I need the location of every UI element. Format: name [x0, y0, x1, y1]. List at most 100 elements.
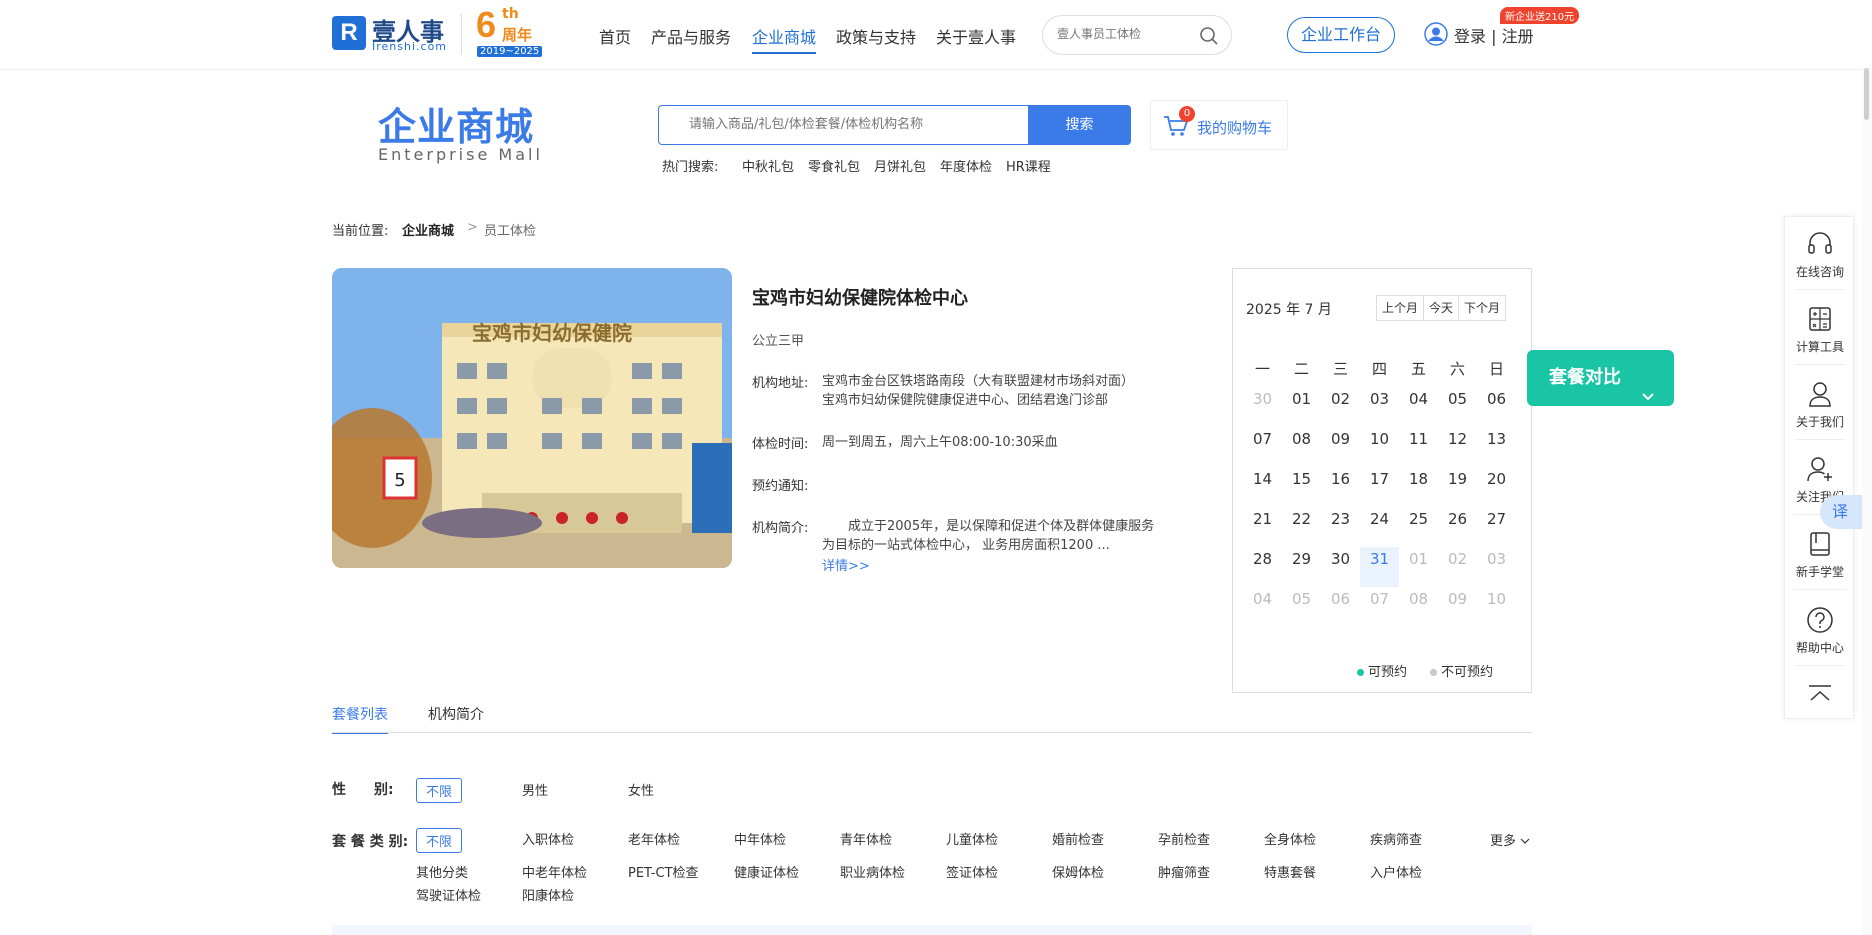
- hot-search-item[interactable]: HR课程: [1006, 156, 1051, 175]
- calendar-day[interactable]: 05: [1438, 387, 1477, 427]
- rail-about-us[interactable]: 关于我们: [1785, 379, 1855, 430]
- type-option[interactable]: 特惠套餐: [1264, 862, 1316, 881]
- type-option[interactable]: 孕前检查: [1158, 829, 1210, 848]
- calendar-day[interactable]: 09: [1438, 587, 1477, 627]
- hot-search-item[interactable]: 年度体检: [940, 156, 992, 175]
- type-option[interactable]: 全身体检: [1264, 829, 1316, 848]
- calendar-day[interactable]: 25: [1399, 507, 1438, 547]
- breadcrumb-mall[interactable]: 企业商城: [402, 220, 454, 239]
- mall-search-box[interactable]: [658, 105, 1028, 145]
- type-option[interactable]: 中老年体检: [522, 862, 587, 881]
- calendar-day[interactable]: 08: [1282, 427, 1321, 467]
- calendar-day[interactable]: 23: [1321, 507, 1360, 547]
- back-to-top-button[interactable]: [1785, 683, 1855, 709]
- calendar-day[interactable]: 07: [1243, 427, 1282, 467]
- calendar-day[interactable]: 04: [1399, 387, 1438, 427]
- hot-search-item[interactable]: 月饼礼包: [874, 156, 926, 175]
- calendar-day[interactable]: 08: [1399, 587, 1438, 627]
- calendar-day[interactable]: 05: [1282, 587, 1321, 627]
- calendar-day[interactable]: 01: [1399, 547, 1438, 587]
- calendar-day[interactable]: 06: [1477, 387, 1516, 427]
- cart-button[interactable]: 0 我的购物车: [1150, 100, 1288, 150]
- calendar-day[interactable]: 19: [1438, 467, 1477, 507]
- nav-about[interactable]: 关于壹人事: [936, 24, 1016, 48]
- rail-tutorial[interactable]: 新手学堂: [1785, 529, 1855, 580]
- type-option[interactable]: 签证体检: [946, 862, 998, 881]
- intro-more-link[interactable]: 详情>>: [822, 555, 870, 574]
- mall-search-input[interactable]: [689, 117, 1019, 132]
- workbench-button[interactable]: 企业工作台: [1287, 17, 1395, 53]
- type-option[interactable]: 肿瘤筛查: [1158, 862, 1210, 881]
- next-month-button[interactable]: 下个月: [1459, 296, 1505, 320]
- type-option[interactable]: 中年体检: [734, 829, 786, 848]
- calendar-day[interactable]: 10: [1360, 427, 1399, 467]
- calendar-day[interactable]: 16: [1321, 467, 1360, 507]
- type-option[interactable]: 入户体检: [1370, 862, 1422, 881]
- page-scrollbar[interactable]: [1862, 68, 1872, 935]
- gender-option[interactable]: 不限: [416, 778, 463, 803]
- tab-package-list[interactable]: 套餐列表: [332, 704, 388, 734]
- gender-option[interactable]: 男性: [522, 780, 548, 799]
- calendar-day[interactable]: 26: [1438, 507, 1477, 547]
- search-icon[interactable]: [1199, 26, 1219, 50]
- type-option[interactable]: 疾病筛查: [1370, 829, 1422, 848]
- type-option[interactable]: 健康证体检: [734, 862, 799, 881]
- calendar-day[interactable]: 11: [1399, 427, 1438, 467]
- top-search-input[interactable]: [1057, 27, 1197, 41]
- hot-search-item[interactable]: 零食礼包: [808, 156, 860, 175]
- calendar-day[interactable]: 17: [1360, 467, 1399, 507]
- calendar-day[interactable]: 07: [1360, 587, 1399, 627]
- nav-home[interactable]: 首页: [599, 24, 631, 48]
- type-option[interactable]: 青年体检: [840, 829, 892, 848]
- nav-products[interactable]: 产品与服务: [651, 24, 731, 48]
- mall-search-button[interactable]: 搜索: [1028, 105, 1131, 145]
- calendar-day[interactable]: 13: [1477, 427, 1516, 467]
- rail-calculator[interactable]: 计算工具: [1785, 304, 1855, 355]
- type-option[interactable]: 老年体检: [628, 829, 680, 848]
- calendar-day[interactable]: 15: [1282, 467, 1321, 507]
- type-option[interactable]: 保姆体检: [1052, 862, 1104, 881]
- calendar-day[interactable]: 06: [1321, 587, 1360, 627]
- calendar-day[interactable]: 28: [1243, 547, 1282, 587]
- tab-institution-intro[interactable]: 机构简介: [428, 704, 484, 724]
- calendar-day[interactable]: 04: [1243, 587, 1282, 627]
- user-icon[interactable]: [1424, 22, 1448, 50]
- type-option[interactable]: 儿童体检: [946, 829, 998, 848]
- calendar-day[interactable]: 20: [1477, 467, 1516, 507]
- type-option[interactable]: 驾驶证体检: [416, 885, 481, 904]
- calendar-day[interactable]: 30: [1243, 387, 1282, 427]
- more-filters-link[interactable]: 更多: [1490, 830, 1530, 849]
- rail-online-consult[interactable]: 在线咨询: [1785, 229, 1855, 280]
- type-option[interactable]: 职业病体检: [840, 862, 905, 881]
- type-option[interactable]: 入职体检: [522, 829, 574, 848]
- type-option[interactable]: 婚前检查: [1052, 829, 1104, 848]
- calendar-day[interactable]: 12: [1438, 427, 1477, 467]
- gender-option[interactable]: 女性: [628, 780, 654, 799]
- rail-help-center[interactable]: 帮助中心: [1785, 605, 1855, 656]
- logo-mark[interactable]: R: [332, 16, 366, 50]
- translate-button[interactable]: 译: [1820, 495, 1862, 529]
- nav-policy[interactable]: 政策与支持: [836, 24, 916, 48]
- calendar-day[interactable]: 29: [1282, 547, 1321, 587]
- calendar-day[interactable]: 02: [1438, 547, 1477, 587]
- calendar-day[interactable]: 02: [1321, 387, 1360, 427]
- calendar-day[interactable]: 01: [1282, 387, 1321, 427]
- type-option[interactable]: 阳康体检: [522, 885, 574, 904]
- login-register-link[interactable]: 登录 | 注册: [1454, 23, 1534, 47]
- type-option[interactable]: 其他分类: [416, 862, 468, 881]
- calendar-day[interactable]: 21: [1243, 507, 1282, 547]
- calendar-day[interactable]: 22: [1282, 507, 1321, 547]
- hot-search-item[interactable]: 中秋礼包: [742, 156, 794, 175]
- calendar-day-today[interactable]: 31: [1360, 547, 1399, 587]
- calendar-day[interactable]: 14: [1243, 467, 1282, 507]
- calendar-day[interactable]: 03: [1360, 387, 1399, 427]
- calendar-day[interactable]: 30: [1321, 547, 1360, 587]
- package-compare-button[interactable]: 套餐对比: [1527, 350, 1674, 406]
- top-search-box[interactable]: [1042, 15, 1232, 55]
- calendar-day[interactable]: 27: [1477, 507, 1516, 547]
- calendar-day[interactable]: 03: [1477, 547, 1516, 587]
- type-option[interactable]: PET-CT检查: [628, 862, 699, 881]
- calendar-day[interactable]: 10: [1477, 587, 1516, 627]
- scrollbar-thumb[interactable]: [1864, 68, 1869, 120]
- calendar-day[interactable]: 24: [1360, 507, 1399, 547]
